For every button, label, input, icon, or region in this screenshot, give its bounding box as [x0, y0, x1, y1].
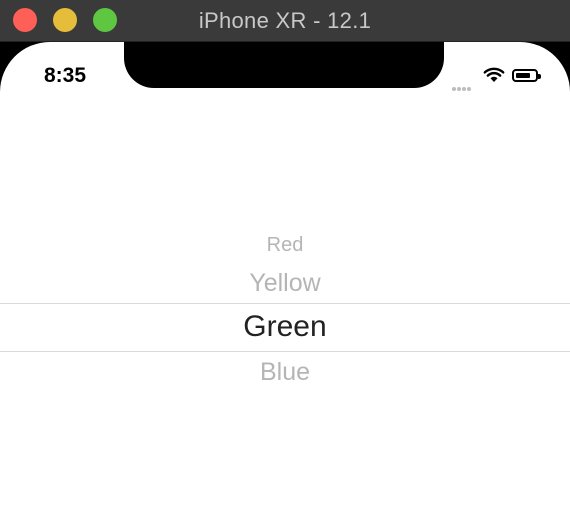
- picker-option-green-selected[interactable]: Green: [0, 310, 570, 344]
- picker-option-blue[interactable]: Blue: [0, 358, 570, 387]
- window-title: iPhone XR - 12.1: [198, 8, 372, 33]
- picker-option-red[interactable]: Red: [0, 234, 570, 257]
- window-titlebar: iPhone XR - 12.1: [0, 0, 570, 42]
- picker-selection-bottom-line: [0, 351, 570, 352]
- picker-selection-top-line: [0, 303, 570, 304]
- simulator-screen: 8:35 Red Yellow Green Blue: [0, 42, 570, 524]
- color-picker-wheel[interactable]: Red Yellow Green Blue: [0, 42, 570, 524]
- picker-option-yellow[interactable]: Yellow: [0, 269, 570, 298]
